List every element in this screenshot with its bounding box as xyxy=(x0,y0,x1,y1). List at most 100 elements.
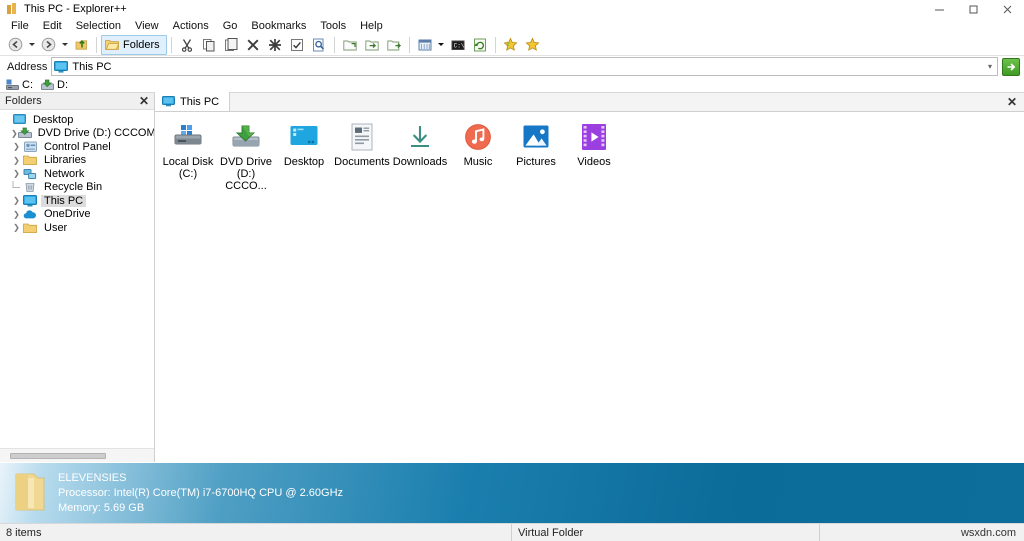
tree-item-desktop[interactable]: Desktop xyxy=(0,113,154,127)
delete-button[interactable] xyxy=(242,35,264,55)
tree-item-label: This PC xyxy=(41,194,87,207)
add-bookmark-button[interactable] xyxy=(500,35,522,55)
paste-button[interactable] xyxy=(220,35,242,55)
music-icon xyxy=(464,120,492,154)
tree-item-onedrive[interactable]: ❯ OneDrive xyxy=(0,208,154,222)
file-item-desktop[interactable]: Desktop xyxy=(276,120,332,192)
file-item-pictures[interactable]: Pictures xyxy=(508,120,564,192)
chevron-right-icon[interactable]: ❯ xyxy=(11,156,22,165)
main-body: Folders ✕ Desktop ❯ DVD Drive (D:) CCCOM… xyxy=(0,92,1024,462)
folders-pane-close-icon[interactable]: ✕ xyxy=(139,95,149,107)
refresh-button[interactable] xyxy=(469,35,491,55)
tree-item-this-pc[interactable]: ❯ This PC xyxy=(0,194,154,208)
chevron-right-icon[interactable]: ❯ xyxy=(11,142,22,151)
folder-tree[interactable]: Desktop ❯ DVD Drive (D:) CCCOMA_X64I ❯ C… xyxy=(0,110,154,448)
folders-button-label: Folders xyxy=(123,38,160,51)
back-dropdown-icon[interactable] xyxy=(26,35,37,55)
open-folder-button[interactable] xyxy=(383,35,405,55)
onedrive-cloud-icon xyxy=(22,208,38,221)
drive-c-label: C: xyxy=(22,78,33,91)
tree-item-libraries[interactable]: ❯ Libraries xyxy=(0,154,154,168)
search-button[interactable] xyxy=(308,35,330,55)
delete-permanently-button[interactable] xyxy=(264,35,286,55)
chevron-right-icon[interactable]: ❯ xyxy=(11,129,18,138)
tree-item-label: Desktop xyxy=(33,113,74,126)
menu-view[interactable]: View xyxy=(128,18,166,34)
forward-dropdown-icon[interactable] xyxy=(59,35,70,55)
file-item-label: Pictures xyxy=(516,156,556,168)
file-item-label: Desktop xyxy=(283,156,325,168)
file-item-music[interactable]: Music xyxy=(450,120,506,192)
tree-item-label: Libraries xyxy=(44,154,87,167)
tree-item-network[interactable]: ❯ Network xyxy=(0,167,154,181)
content-pane: This PC ✕ Local Disk (C:) DVD Drive (D:)… xyxy=(155,92,1024,462)
tree-item-label: DVD Drive (D:) CCCOMA_X64I xyxy=(37,127,154,140)
tree-item-control-panel[interactable]: ❯ Control Panel xyxy=(0,140,154,154)
drive-c[interactable]: C: xyxy=(5,77,37,92)
move-to-folder-button[interactable] xyxy=(361,35,383,55)
downloads-icon xyxy=(406,120,434,154)
views-dropdown-icon[interactable] xyxy=(436,35,447,55)
back-button[interactable] xyxy=(4,35,26,55)
command-prompt-button[interactable]: C:\ xyxy=(447,35,469,55)
menu-tools[interactable]: Tools xyxy=(313,18,353,34)
folder-open-icon xyxy=(105,40,119,50)
folder-icon xyxy=(22,154,38,167)
chevron-down-icon[interactable]: ▾ xyxy=(988,62,992,71)
tab-label: This PC xyxy=(180,95,220,108)
views-button[interactable] xyxy=(414,35,436,55)
chevron-right-icon[interactable]: ❯ xyxy=(11,169,22,178)
tree-item-label: User xyxy=(44,221,68,234)
folders-toggle-button[interactable]: Folders xyxy=(101,34,167,55)
close-tab-icon[interactable]: ✕ xyxy=(1007,95,1017,109)
copy-button[interactable] xyxy=(198,35,220,55)
hard-drive-icon xyxy=(6,79,19,90)
this-pc-icon xyxy=(22,194,38,207)
maximize-button[interactable] xyxy=(956,0,990,18)
close-button[interactable] xyxy=(990,0,1024,18)
tree-item-recycle-bin[interactable]: Recycle Bin xyxy=(0,180,154,195)
tab-this-pc[interactable]: This PC xyxy=(155,92,231,111)
file-item-downloads[interactable]: Downloads xyxy=(392,120,448,192)
minimize-button[interactable] xyxy=(922,0,956,18)
bookmarks-button[interactable] xyxy=(522,35,544,55)
tree-item-label: Network xyxy=(44,167,85,180)
forward-button[interactable] xyxy=(37,35,59,55)
address-bar: Address This PC ▾ xyxy=(0,56,1024,77)
file-item-documents[interactable]: Documents xyxy=(334,120,390,192)
drive-d-label: D: xyxy=(57,78,68,91)
menu-bookmarks[interactable]: Bookmarks xyxy=(244,18,313,34)
tree-item-user[interactable]: ❯ User xyxy=(0,221,154,235)
address-input[interactable]: This PC ▾ xyxy=(51,57,998,76)
pictures-icon xyxy=(522,120,550,154)
file-item-label: Music xyxy=(463,156,493,168)
status-watermark: wsxdn.com xyxy=(960,526,1016,539)
file-item-dvd-drive[interactable]: DVD Drive (D:) CCCO... xyxy=(218,120,274,192)
scrollbar-thumb[interactable] xyxy=(10,452,106,459)
toolbar-separator xyxy=(96,36,97,53)
chevron-right-icon[interactable]: ❯ xyxy=(11,196,22,205)
menu-edit[interactable]: Edit xyxy=(36,18,69,34)
menu-help[interactable]: Help xyxy=(353,18,390,34)
menu-file[interactable]: File xyxy=(4,18,36,34)
chevron-right-icon[interactable]: ❯ xyxy=(11,223,22,232)
tree-item-dvd-drive[interactable]: ❯ DVD Drive (D:) CCCOMA_X64I xyxy=(0,127,154,141)
up-one-level-button[interactable] xyxy=(70,35,92,55)
address-label: Address xyxy=(7,60,48,73)
this-pc-icon xyxy=(162,96,175,107)
folders-pane-horizontal-scrollbar[interactable] xyxy=(0,448,154,462)
copy-to-folder-button[interactable] xyxy=(339,35,361,55)
folders-pane-title: Folders xyxy=(5,95,42,107)
file-item-videos[interactable]: Videos xyxy=(566,120,622,192)
file-item-local-disk[interactable]: Local Disk (C:) xyxy=(160,120,216,192)
menu-go[interactable]: Go xyxy=(216,18,245,34)
control-panel-icon xyxy=(22,140,38,153)
properties-button[interactable] xyxy=(286,35,308,55)
go-button[interactable] xyxy=(1002,57,1020,76)
menu-actions[interactable]: Actions xyxy=(166,18,216,34)
drive-d[interactable]: D: xyxy=(40,77,72,92)
cut-button[interactable] xyxy=(176,35,198,55)
chevron-right-icon[interactable]: ❯ xyxy=(11,210,22,219)
file-list[interactable]: Local Disk (C:) DVD Drive (D:) CCCO... D… xyxy=(155,112,1024,462)
menu-selection[interactable]: Selection xyxy=(69,18,128,34)
